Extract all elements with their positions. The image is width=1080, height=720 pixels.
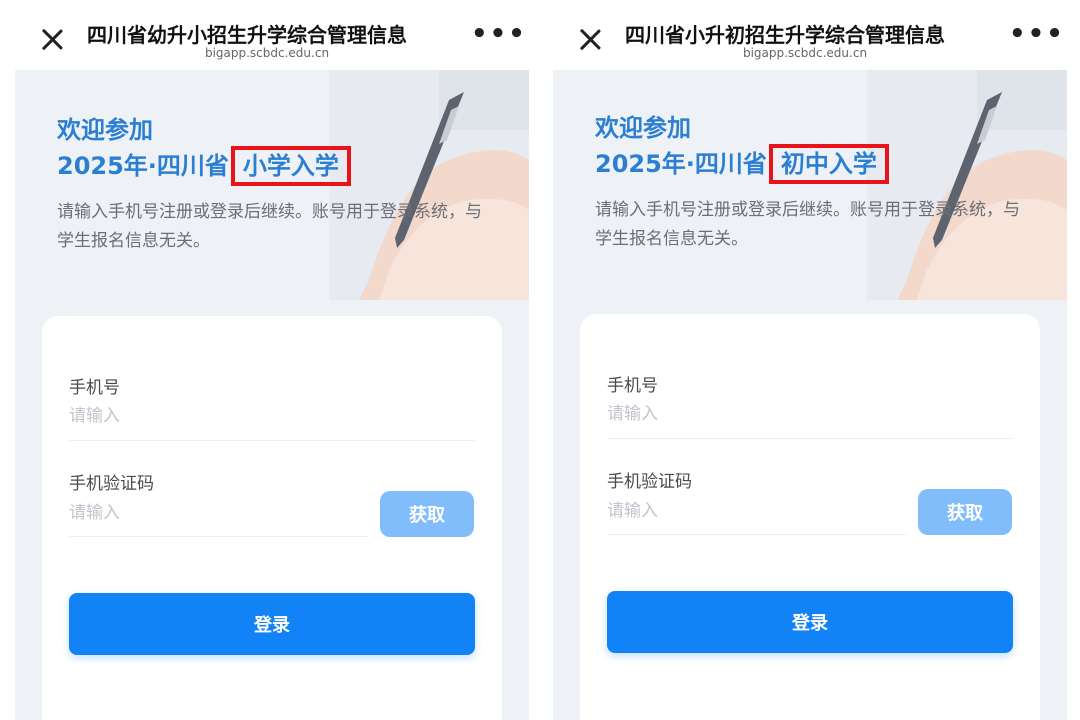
event-prefix: 2025年·四川省 — [595, 150, 767, 178]
event-title: 2025年·四川省 初中入学 — [595, 144, 1035, 184]
highlighted-stage: 初中入学 — [768, 144, 889, 184]
phone-divider — [69, 440, 475, 441]
close-icon[interactable] — [577, 26, 603, 52]
more-options-icon[interactable]: ••• — [1009, 21, 1063, 49]
highlighted-stage: 小学入学 — [230, 146, 351, 186]
description-text: 请输入手机号注册或登录后继续。账号用于登录系统，与学生报名信息无关。 — [595, 200, 1020, 249]
phone-input[interactable] — [69, 400, 475, 432]
phone-label: 手机号 — [69, 378, 120, 398]
left-phone-screen: 四川省幼升小招生升学综合管理信息 bigapp.scbdc.edu.cn •••… — [15, 0, 529, 720]
welcome-text: 欢迎参加 — [57, 116, 153, 144]
event-title: 2025年·四川省 小学入学 — [57, 146, 497, 186]
welcome-section: 欢迎参加 2025年·四川省 初中入学 请输入手机号注册或登录后继续。账号用于登录… — [595, 112, 1035, 254]
login-button[interactable]: 登录 — [607, 591, 1013, 653]
phone-input[interactable] — [607, 398, 1013, 430]
login-form-card: 手机号 手机验证码 获取 登录 — [42, 316, 502, 720]
page-url: bigapp.scbdc.edu.cn — [742, 46, 868, 60]
login-button[interactable]: 登录 — [69, 593, 475, 655]
get-code-button[interactable]: 获取 — [380, 491, 474, 537]
code-label: 手机验证码 — [607, 472, 692, 492]
phone-divider — [607, 438, 1013, 439]
more-options-icon[interactable]: ••• — [471, 21, 525, 49]
page-title: 四川省小升初招生升学综合管理信息 — [625, 23, 945, 47]
top-bar: 四川省幼升小招生升学综合管理信息 bigapp.scbdc.edu.cn ••• — [15, 0, 529, 70]
verification-code-input[interactable] — [607, 495, 907, 527]
phone-label: 手机号 — [607, 376, 658, 396]
verification-code-input[interactable] — [69, 497, 369, 529]
login-form-card: 手机号 手机验证码 获取 登录 — [580, 314, 1040, 720]
top-bar: 四川省小升初招生升学综合管理信息 bigapp.scbdc.edu.cn ••• — [553, 0, 1067, 70]
right-phone-screen: 四川省小升初招生升学综合管理信息 bigapp.scbdc.edu.cn •••… — [553, 0, 1067, 720]
event-prefix: 2025年·四川省 — [57, 152, 229, 180]
login-page: 欢迎参加 2025年·四川省 初中入学 请输入手机号注册或登录后继续。账号用于登录… — [553, 70, 1067, 720]
code-label: 手机验证码 — [69, 474, 154, 494]
get-code-button[interactable]: 获取 — [918, 489, 1012, 535]
code-divider — [69, 536, 369, 537]
page-url: bigapp.scbdc.edu.cn — [204, 46, 330, 60]
page-title: 四川省幼升小招生升学综合管理信息 — [87, 23, 407, 47]
code-divider — [607, 534, 907, 535]
description-text: 请输入手机号注册或登录后继续。账号用于登录系统，与学生报名信息无关。 — [57, 202, 482, 251]
welcome-section: 欢迎参加 2025年·四川省 小学入学 请输入手机号注册或登录后继续。账号用于登录… — [57, 114, 497, 256]
login-page: 欢迎参加 2025年·四川省 小学入学 请输入手机号注册或登录后继续。账号用于登录… — [15, 70, 529, 720]
welcome-text: 欢迎参加 — [595, 114, 691, 142]
close-icon[interactable] — [39, 26, 65, 52]
